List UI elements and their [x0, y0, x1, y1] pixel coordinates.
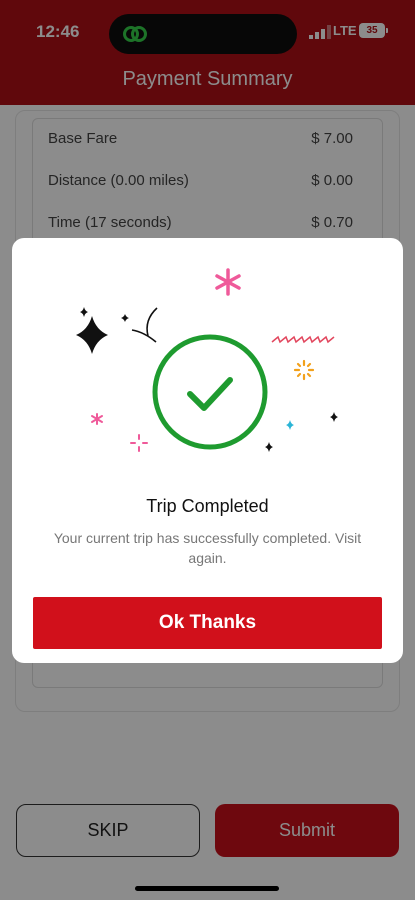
success-circle: [152, 334, 268, 450]
sparkle-icon: [76, 316, 108, 354]
sparkle-icon: [265, 442, 273, 452]
sparkle-icon: [121, 314, 129, 322]
sparkle-icon: [130, 434, 148, 452]
sparkle-icon: [286, 420, 294, 430]
asterisk-icon: [91, 413, 103, 425]
dialog-title: Trip Completed: [146, 496, 269, 516]
asterisk-icon: [215, 268, 241, 296]
swoosh-icon: [146, 307, 158, 337]
burst-icon: [293, 359, 315, 381]
ok-thanks-button[interactable]: Ok Thanks: [33, 597, 382, 649]
sparkle-icon: [330, 412, 338, 422]
trip-completed-dialog: Trip Completed Your current trip has suc…: [12, 238, 403, 663]
dialog-message: Your current trip has successfully compl…: [53, 530, 362, 566]
celebration-illustration: [76, 268, 338, 452]
swoosh-icon: [131, 329, 157, 343]
squiggle-icon: [271, 335, 335, 344]
sparkle-icon: [80, 307, 88, 317]
check-icon: [187, 377, 233, 411]
